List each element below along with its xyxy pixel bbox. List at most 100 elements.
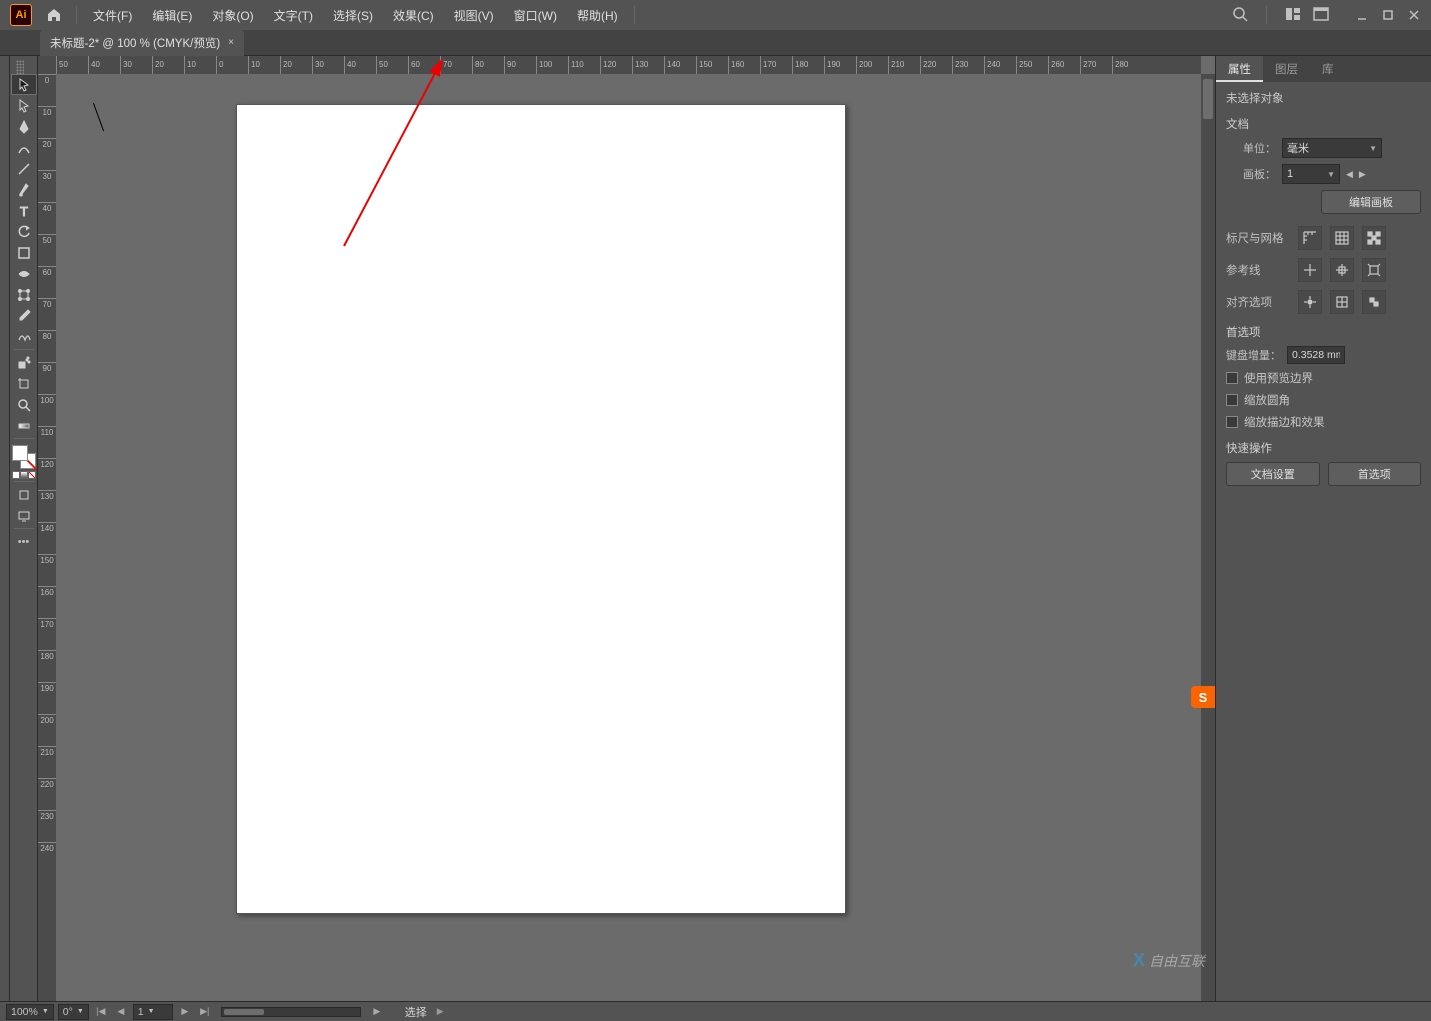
tab-close-icon[interactable]: × [228,37,234,48]
free-transform-tool[interactable] [11,284,37,305]
chevron-down-icon: ▼ [77,1008,84,1015]
workspace-icon[interactable] [1313,7,1329,24]
curvature-tool[interactable] [11,137,37,158]
snap-icon[interactable] [1362,258,1386,282]
tab-libraries[interactable]: 库 [1310,56,1346,82]
arrange-icon[interactable] [1285,7,1301,24]
width-tool[interactable] [11,263,37,284]
preferences-button[interactable]: 首选项 [1328,462,1422,486]
first-artboard-icon[interactable]: |◀ [93,1005,109,1019]
artboard-dropdown[interactable]: 1▼ [1282,164,1340,184]
no-selection-label: 未选择对象 [1226,90,1421,106]
artboard-next-icon[interactable]: ▶ [1359,169,1366,180]
shape-tool[interactable] [11,242,37,263]
last-artboard-icon[interactable]: ▶| [197,1005,213,1019]
chevron-down-icon: ▼ [148,1008,155,1015]
gradient-tool[interactable] [11,415,37,436]
screen-mode-tool[interactable] [11,505,37,526]
minimize-icon[interactable] [1351,4,1373,26]
draw-mode-tool[interactable] [11,484,37,505]
menu-edit[interactable]: 编辑(E) [142,1,202,30]
fill-swatch[interactable] [12,445,28,461]
home-icon[interactable] [42,3,66,27]
color-mode-chips[interactable] [12,471,36,479]
artboard-tool[interactable] [11,373,37,394]
scrollbar-horizontal[interactable] [221,1007,361,1017]
document-section-title: 文档 [1226,116,1421,132]
zoom-dropdown[interactable]: 100%▼ [6,1004,54,1020]
document-setup-button[interactable]: 文档设置 [1226,462,1320,486]
selection-tool[interactable] [11,74,37,95]
keyboard-increment-input[interactable] [1287,346,1345,364]
menu-object[interactable]: 对象(O) [202,1,263,30]
type-tool[interactable]: T [11,200,37,221]
next-artboard-icon[interactable]: ▶ [177,1005,193,1019]
canvas-area[interactable]: 5040302010010203040506070809010011012013… [38,56,1215,1001]
fill-stroke-swatch[interactable] [12,445,36,469]
scrollbar-vertical[interactable] [1201,74,1215,1001]
document-tab[interactable]: 未标题-2* @ 100 % (CMYK/预览) × [40,30,244,56]
left-dock [0,56,10,1001]
rotate-tool[interactable] [11,221,37,242]
toolbox-grip-icon[interactable] [16,60,24,74]
line-tool[interactable] [11,158,37,179]
artboard[interactable] [236,104,846,914]
toolbox: T ••• [10,56,38,1001]
guides-toggle-icon[interactable] [1298,258,1322,282]
ime-badge[interactable]: S [1191,686,1215,708]
snap-pixel-icon[interactable] [1362,290,1386,314]
menu-help[interactable]: 帮助(H) [567,1,628,30]
close-icon[interactable] [1403,4,1425,26]
document-tabs: 未标题-2* @ 100 % (CMYK/预览) × [0,30,1431,56]
menu-effect[interactable]: 效果(C) [383,1,444,30]
symbol-sprayer-tool[interactable] [11,352,37,373]
unit-label: 单位： [1226,140,1276,156]
edit-artboard-button[interactable]: 编辑画板 [1321,190,1421,214]
artboard-nav-input[interactable]: 1▼ [133,1004,173,1020]
drawn-line[interactable] [98,102,114,132]
menu-select[interactable]: 选择(S) [323,1,383,30]
scale-strokes-checkbox[interactable]: 缩放描边和效果 [1226,414,1421,430]
tab-layers[interactable]: 图层 [1263,56,1310,82]
ruler-vertical[interactable]: 0102030405060708090100110120130140150160… [38,74,56,1001]
artboard-label: 画板： [1226,166,1276,182]
menu-file[interactable]: 文件(F) [83,1,142,30]
preview-bounds-checkbox[interactable]: 使用预览边界 [1226,370,1421,386]
rotate-dropdown[interactable]: 0°▼ [58,1004,89,1020]
snap-point-icon[interactable] [1298,290,1322,314]
unit-dropdown[interactable]: 毫米▼ [1282,138,1382,158]
statusbar: 100%▼ 0°▼ |◀ ◀ 1▼ ▶ ▶| ▶ 选择 ▶ [0,1001,1431,1021]
eyedropper-tool[interactable] [11,305,37,326]
prefs-section-title: 首选项 [1226,324,1421,340]
properties-panel: 属性 图层 库 未选择对象 文档 单位： 毫米▼ 画板： 1▼ ◀▶ 编辑画板 … [1215,56,1431,1001]
menu-type[interactable]: 文字(T) [264,1,323,30]
ruler-toggle-icon[interactable] [1298,226,1322,250]
app-logo[interactable]: Ai [10,4,32,26]
chevron-down-icon: ▼ [42,1008,49,1015]
pen-tool[interactable] [11,116,37,137]
search-icon[interactable] [1232,6,1248,25]
smart-guides-icon[interactable] [1330,258,1354,282]
artboard-prev-icon[interactable]: ◀ [1346,169,1353,180]
edit-toolbar-icon[interactable]: ••• [11,531,37,552]
menu-window[interactable]: 窗口(W) [504,1,567,30]
brush-tool[interactable] [11,179,37,200]
blend-tool[interactable] [11,326,37,347]
align-label: 对齐选项 [1226,294,1290,310]
guides-label: 参考线 [1226,262,1290,278]
menu-view[interactable]: 视图(V) [444,1,504,30]
maximize-icon[interactable] [1377,4,1399,26]
scroll-right-icon[interactable]: ▶ [369,1005,385,1019]
tab-properties[interactable]: 属性 [1216,56,1263,82]
direct-selection-tool[interactable] [11,95,37,116]
menu-items: 文件(F) 编辑(E) 对象(O) 文字(T) 选择(S) 效果(C) 视图(V… [83,1,628,30]
ruler-origin[interactable] [38,56,56,74]
grid-toggle-icon[interactable] [1330,226,1354,250]
prev-artboard-icon[interactable]: ◀ [113,1005,129,1019]
ruler-horizontal[interactable]: 5040302010010203040506070809010011012013… [56,56,1201,74]
transparency-grid-icon[interactable] [1362,226,1386,250]
status-menu-icon[interactable]: ▶ [437,1006,444,1017]
zoom-tool[interactable] [11,394,37,415]
scale-corners-checkbox[interactable]: 缩放圆角 [1226,392,1421,408]
snap-grid-icon[interactable] [1330,290,1354,314]
